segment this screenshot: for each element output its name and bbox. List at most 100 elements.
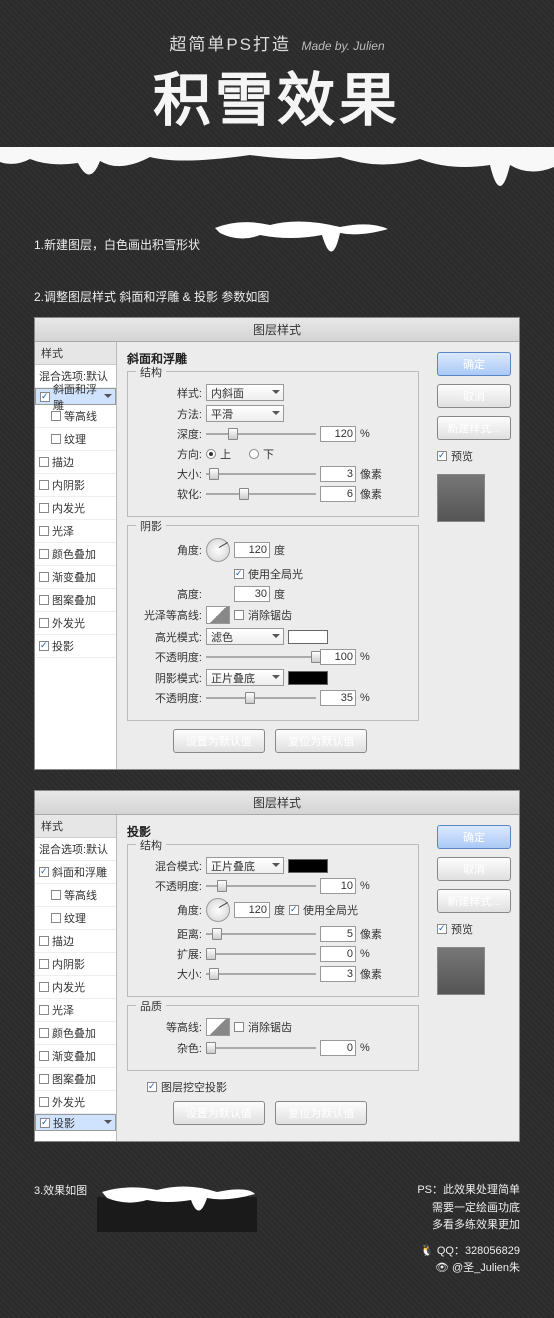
sidebar-item-11[interactable]: 投影	[35, 635, 116, 658]
checkbox-icon[interactable]	[51, 913, 61, 923]
checkbox-icon[interactable]	[51, 434, 61, 444]
sidebar-item-1[interactable]: 等高线	[35, 884, 116, 907]
blend-mode-select[interactable]: 正片叠底	[206, 857, 284, 874]
sidebar-item-3[interactable]: 描边	[35, 451, 116, 474]
checkbox-icon[interactable]	[51, 890, 61, 900]
global-light-checkbox[interactable]	[234, 569, 244, 579]
sidebar-item-6[interactable]: 光泽	[35, 999, 116, 1022]
opacity-value[interactable]: 10	[320, 878, 356, 894]
checkbox-icon[interactable]	[39, 503, 49, 513]
method-select[interactable]: 平滑	[206, 405, 284, 422]
style-select[interactable]: 内斜面	[206, 384, 284, 401]
angle-value[interactable]: 120	[234, 902, 270, 918]
soften-value[interactable]: 6	[320, 486, 356, 502]
altitude-value[interactable]: 30	[234, 586, 270, 602]
angle-value[interactable]: 120	[234, 542, 270, 558]
depth-slider[interactable]	[206, 428, 316, 440]
sidebar-item-11[interactable]: 投影	[35, 1114, 116, 1131]
antialias-checkbox[interactable]	[234, 610, 244, 620]
sidebar-item-8[interactable]: 渐变叠加	[35, 1045, 116, 1068]
direction-down-radio[interactable]	[249, 449, 259, 459]
depth-value[interactable]: 120	[320, 426, 356, 442]
shadow-color-swatch[interactable]	[288, 671, 328, 685]
checkbox-icon[interactable]	[40, 392, 50, 402]
sidebar-item-7[interactable]: 颜色叠加	[35, 1022, 116, 1045]
spread-slider[interactable]	[206, 948, 316, 960]
sidebar-item-9[interactable]: 图案叠加	[35, 589, 116, 612]
checkbox-icon[interactable]	[39, 936, 49, 946]
highlight-mode-select[interactable]: 滤色	[206, 628, 284, 645]
sidebar-item-4[interactable]: 内阴影	[35, 953, 116, 976]
sidebar-item-4[interactable]: 内阴影	[35, 474, 116, 497]
highlight-opacity-slider[interactable]	[206, 651, 316, 663]
knockout-checkbox[interactable]	[147, 1082, 157, 1092]
reset-default-button[interactable]: 复位为默认值	[275, 1101, 367, 1125]
sidebar-item-7[interactable]: 颜色叠加	[35, 543, 116, 566]
checkbox-icon[interactable]	[39, 1051, 49, 1061]
highlight-opacity-value[interactable]: 100	[320, 649, 356, 665]
gloss-contour-picker[interactable]	[206, 606, 230, 624]
sidebar-item-2[interactable]: 纹理	[35, 907, 116, 930]
cancel-button[interactable]: 取消	[437, 384, 511, 408]
size-slider[interactable]	[206, 468, 316, 480]
checkbox-icon[interactable]	[39, 982, 49, 992]
sidebar-item-5[interactable]: 内发光	[35, 497, 116, 520]
checkbox-icon[interactable]	[39, 572, 49, 582]
checkbox-icon[interactable]	[39, 480, 49, 490]
angle-dial[interactable]	[206, 538, 230, 562]
spread-value[interactable]: 0	[320, 946, 356, 962]
cancel-button[interactable]: 取消	[437, 857, 511, 881]
sidebar-item-9[interactable]: 图案叠加	[35, 1068, 116, 1091]
antialias-checkbox[interactable]	[234, 1022, 244, 1032]
distance-slider[interactable]	[206, 928, 316, 940]
sidebar-item-5[interactable]: 内发光	[35, 976, 116, 999]
new-style-button[interactable]: 新建样式...	[437, 889, 511, 913]
new-style-button[interactable]: 新建样式...	[437, 416, 511, 440]
sidebar-item-8[interactable]: 渐变叠加	[35, 566, 116, 589]
checkbox-icon[interactable]	[51, 411, 61, 421]
checkbox-icon[interactable]	[39, 1005, 49, 1015]
sidebar-item-2[interactable]: 纹理	[35, 428, 116, 451]
noise-value[interactable]: 0	[320, 1040, 356, 1056]
checkbox-icon[interactable]	[39, 1074, 49, 1084]
checkbox-icon[interactable]	[39, 618, 49, 628]
angle-dial[interactable]	[206, 898, 230, 922]
distance-value[interactable]: 5	[320, 926, 356, 942]
sidebar-item-0[interactable]: 斜面和浮雕	[35, 388, 116, 405]
sidebar-item-10[interactable]: 外发光	[35, 612, 116, 635]
soften-slider[interactable]	[206, 488, 316, 500]
shadow-color-swatch[interactable]	[288, 859, 328, 873]
size-value[interactable]: 3	[320, 966, 356, 982]
checkbox-icon[interactable]	[39, 549, 49, 559]
checkbox-icon[interactable]	[40, 1118, 50, 1128]
size-slider[interactable]	[206, 968, 316, 980]
ok-button[interactable]: 确定	[437, 825, 511, 849]
shadow-opacity-slider[interactable]	[206, 692, 316, 704]
sidebar-item-0[interactable]: 斜面和浮雕	[35, 861, 116, 884]
checkbox-icon[interactable]	[39, 641, 49, 651]
noise-slider[interactable]	[206, 1042, 316, 1054]
checkbox-icon[interactable]	[39, 1097, 49, 1107]
sidebar-item-6[interactable]: 光泽	[35, 520, 116, 543]
shadow-opacity-value[interactable]: 35	[320, 690, 356, 706]
checkbox-icon[interactable]	[39, 1028, 49, 1038]
checkbox-icon[interactable]	[39, 959, 49, 969]
opacity-slider[interactable]	[206, 880, 316, 892]
size-value[interactable]: 3	[320, 466, 356, 482]
highlight-color-swatch[interactable]	[288, 630, 328, 644]
set-default-button[interactable]: 设置为默认值	[173, 729, 265, 753]
preview-checkbox[interactable]	[437, 924, 447, 934]
sidebar-item-10[interactable]: 外发光	[35, 1091, 116, 1114]
checkbox-icon[interactable]	[39, 867, 49, 877]
shadow-mode-select[interactable]: 正片叠底	[206, 669, 284, 686]
direction-up-radio[interactable]	[206, 449, 216, 459]
ok-button[interactable]: 确定	[437, 352, 511, 376]
contour-picker[interactable]	[206, 1018, 230, 1036]
set-default-button[interactable]: 设置为默认值	[173, 1101, 265, 1125]
checkbox-icon[interactable]	[39, 595, 49, 605]
sidebar-item-3[interactable]: 描边	[35, 930, 116, 953]
global-light-checkbox[interactable]	[289, 905, 299, 915]
reset-default-button[interactable]: 复位为默认值	[275, 729, 367, 753]
preview-checkbox[interactable]	[437, 451, 447, 461]
checkbox-icon[interactable]	[39, 457, 49, 467]
